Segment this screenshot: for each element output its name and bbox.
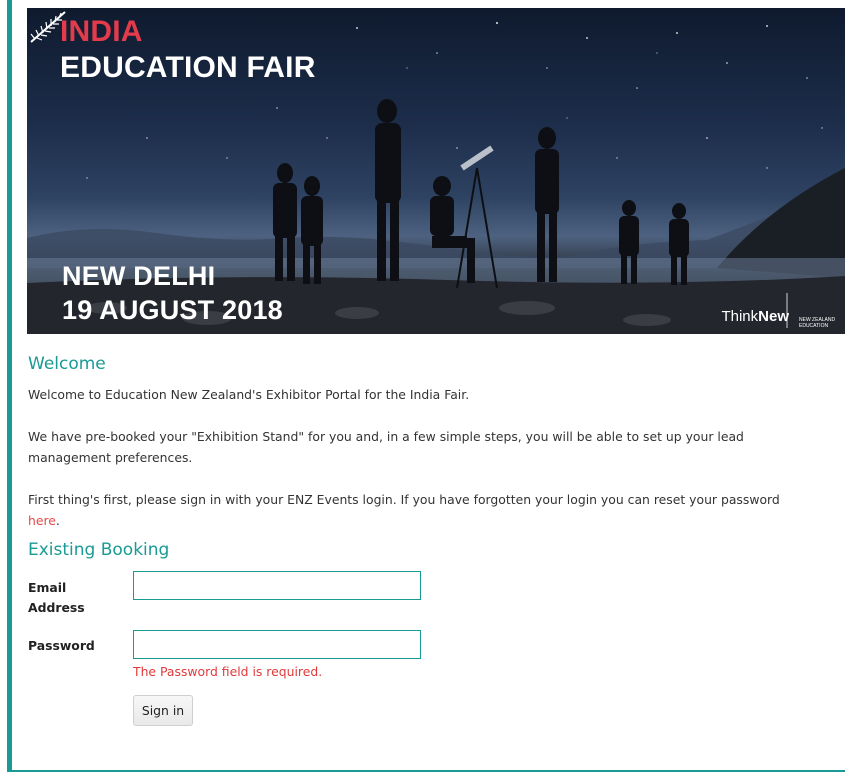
welcome-paragraph-2: We have pre-booked your "Exhibition Stan… <box>28 429 744 465</box>
password-field[interactable] <box>133 630 421 659</box>
bottom-divider <box>12 770 845 772</box>
event-banner: INDIA EDUCATION FAIR NEW DELHI 19 AUGUST… <box>27 8 845 334</box>
welcome-heading: Welcome <box>28 354 106 374</box>
thinknew-logo-part2: New <box>758 308 789 325</box>
banner-date: 19 AUGUST 2018 <box>62 295 283 325</box>
password-label: Password <box>28 638 95 653</box>
welcome-paragraph-1: Welcome to Education New Zealand's Exhib… <box>28 387 470 402</box>
banner-event-title: EDUCATION FAIR <box>60 51 316 84</box>
password-error-message: The Password field is required. <box>133 664 323 679</box>
welcome-paragraph-3-text: First thing's first, please sign in with… <box>28 492 780 507</box>
left-accent-bar <box>7 0 12 772</box>
silver-fern-icon <box>30 11 66 43</box>
existing-booking-heading: Existing Booking <box>28 540 170 560</box>
page: INDIA EDUCATION FAIR NEW DELHI 19 AUGUST… <box>0 0 845 774</box>
email-label: Email Address <box>28 580 85 615</box>
welcome-paragraph-3-end: . <box>55 513 60 528</box>
sign-in-button[interactable]: Sign in <box>133 695 193 726</box>
reset-password-link[interactable]: here <box>28 513 56 528</box>
thinknew-logo-part1: Think <box>721 308 759 325</box>
nz-education-logo-text: NEW ZEALAND EDUCATION <box>799 317 836 329</box>
banner-country: INDIA <box>60 15 143 48</box>
thinknew-logo: ThinkNew <box>721 308 789 325</box>
welcome-paragraph-3: First thing's first, please sign in with… <box>28 489 808 531</box>
banner-city: NEW DELHI <box>62 261 216 291</box>
email-field[interactable] <box>133 571 421 600</box>
